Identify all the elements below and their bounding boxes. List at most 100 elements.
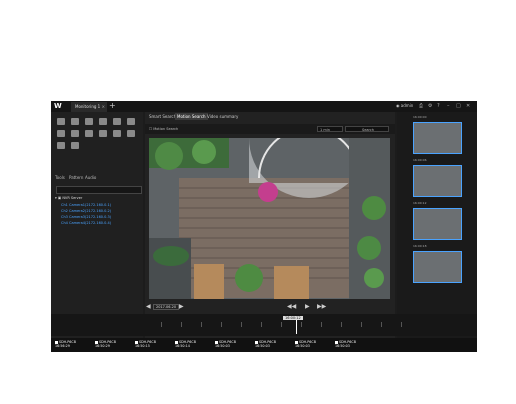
timeline-tick	[361, 322, 362, 327]
prev-date-button[interactable]: ◀	[146, 303, 151, 310]
playback-bar: ◀ 2017.06.20 ▶ ◀◀ ▶ ▶▶	[145, 302, 395, 312]
settings-icon[interactable]: ⚙	[428, 102, 432, 111]
interval-select[interactable]: 1 min	[317, 126, 343, 132]
camera-entry[interactable]: SDH-P6CB 16:50:15	[135, 340, 156, 348]
timeline-tick	[201, 322, 202, 327]
contrast-icon[interactable]	[113, 130, 121, 137]
timeline-tick	[161, 322, 162, 327]
aspect-icon[interactable]	[85, 130, 93, 137]
tab-motion-search[interactable]: Motion Search	[175, 113, 208, 120]
thumbnail-panel: 16:00:00 16:00:06 16:00:12 16:00:18	[397, 112, 477, 340]
zoom-out-icon[interactable]	[71, 130, 79, 137]
thumbnail[interactable]	[413, 165, 462, 197]
device-search-input[interactable]	[56, 186, 142, 194]
timeline-tick	[281, 322, 282, 327]
timeline-tick	[301, 322, 302, 327]
video-viewport[interactable]	[149, 138, 390, 299]
camera-time: 16:50:14	[175, 344, 190, 348]
app-logo: W	[54, 102, 62, 110]
thumbnail-label: 16:00:18	[413, 244, 427, 248]
export-icon[interactable]	[99, 118, 107, 125]
tab-label: Monitoring 1	[75, 104, 101, 109]
camera-entry[interactable]: SDH-P6CB 16:56:29	[55, 340, 76, 348]
thumbnail-label: 16:00:12	[413, 201, 427, 205]
timeline-tick	[321, 322, 322, 327]
camera-time: 16:50:29	[95, 344, 110, 348]
application-window: W Monitoring 1 × + ◉ admin ⎙ ⚙ ? – □ ✕ T…	[51, 101, 477, 352]
tree-root-nvr-server[interactable]: ▾ ▣ NVR Server	[55, 196, 82, 200]
play-button[interactable]: ▶	[305, 303, 310, 310]
bookmark-icon[interactable]	[57, 142, 65, 149]
camera-entry[interactable]: SDH-P6CB 16:50:03	[215, 340, 236, 348]
add-tab-button[interactable]: +	[109, 101, 116, 111]
tab-monitoring[interactable]: Monitoring 1 ×	[71, 102, 107, 112]
tab-close-icon[interactable]: ×	[102, 102, 105, 112]
thumbnail-label: 16:00:00	[413, 115, 427, 119]
search-toolbar: ☐ Motion Search 1 min Search	[145, 124, 395, 134]
tree-item-label: Ch2 Camera2(2172.160.0.2)	[61, 209, 112, 213]
tree-item-label: Ch4 Camera4(2172.160.0.4)	[61, 221, 112, 225]
camera-entry[interactable]: SDH-P6CB 16:50:29	[95, 340, 116, 348]
image-icon[interactable]	[113, 118, 121, 125]
interval-value: 1 min	[320, 128, 330, 132]
thumbnail[interactable]	[413, 122, 462, 154]
camera-time: 16:50:03	[215, 344, 230, 348]
thumbnail[interactable]	[413, 208, 462, 240]
next-date-button[interactable]: ▶	[179, 303, 184, 310]
camera-time: 16:50:03	[295, 344, 310, 348]
tree-item-label: Ch3 Camera3(2172.160.0.3)	[61, 215, 112, 219]
timeline[interactable]: 16:00:12	[51, 314, 477, 336]
print-icon[interactable]	[85, 118, 93, 125]
courtyard-video-frame	[149, 138, 390, 299]
tree-root-label: NVR Server	[62, 196, 83, 200]
brightness-icon[interactable]	[99, 130, 107, 137]
tab-audio[interactable]: Audio	[85, 175, 96, 180]
search-button[interactable]: Search	[345, 126, 389, 132]
zoom-in-icon[interactable]	[57, 130, 65, 137]
camera-entry[interactable]: SDH-P6CB 16:50:03	[255, 340, 276, 348]
fast-forward-button[interactable]: ▶▶	[317, 303, 326, 310]
help-icon[interactable]: ?	[437, 102, 440, 111]
tree-item-camera-1[interactable]: Ch1 Camera1(2172.160.0.1)	[61, 203, 111, 207]
tree-item-camera-2[interactable]: Ch2 Camera2(2172.160.0.2)	[61, 209, 111, 213]
timeline-tick	[381, 322, 382, 327]
motion-search-label[interactable]: ☐ Motion Search	[149, 127, 178, 131]
timeline-tick	[221, 322, 222, 327]
rewind-button[interactable]: ◀◀	[287, 303, 296, 310]
tab-video-summary[interactable]: Video summary	[205, 113, 240, 120]
left-panel: Tools Pattern Audio ▾ ▣ NVR Server Ch1 C…	[51, 112, 143, 346]
date-picker[interactable]: 2017.06.20	[153, 304, 180, 310]
camera-icon[interactable]	[71, 118, 79, 125]
fisheye-icon[interactable]	[71, 142, 79, 149]
user-menu[interactable]: ◉ admin	[396, 103, 413, 108]
close-button[interactable]: ✕	[466, 102, 470, 111]
window-icon[interactable]	[127, 118, 135, 125]
camera-strip: SDH-P6CB 16:56:29 SDH-P6CB 16:50:29 SDH-P6…	[51, 338, 477, 352]
timeline-tick	[181, 322, 182, 327]
tab-smart-search[interactable]: Smart Search	[147, 113, 178, 120]
camera-entry[interactable]: SDH-P6CB 16:50:14	[175, 340, 196, 348]
camera-time: 16:50:15	[135, 344, 150, 348]
viewer-panel: Smart Search Motion Search Video summary…	[145, 112, 395, 340]
tab-pattern[interactable]: Pattern	[69, 175, 83, 180]
camera-entry[interactable]: SDH-P6CB 16:50:03	[335, 340, 356, 348]
grid-icon[interactable]	[127, 130, 135, 137]
print-icon[interactable]: ⎙	[419, 102, 423, 111]
maximize-button[interactable]: □	[456, 102, 461, 111]
camera-entry[interactable]: SDH-P6CB 16:50:03	[295, 340, 316, 348]
tree-item-label: Ch1 Camera1(2172.160.0.1)	[61, 203, 112, 207]
user-icon: ◉	[396, 103, 400, 108]
timeline-tick	[241, 322, 242, 327]
tree-item-camera-3[interactable]: Ch3 Camera3(2172.160.0.3)	[61, 215, 111, 219]
tree-item-camera-4[interactable]: Ch4 Camera4(2172.160.0.4)	[61, 221, 111, 225]
motion-search-text: Motion Search	[153, 127, 179, 131]
minimize-button[interactable]: –	[447, 102, 450, 111]
thumbnail[interactable]	[413, 251, 462, 283]
search-button-label: Search	[361, 128, 375, 132]
timeline-cursor-time: 16:00:12	[283, 316, 303, 320]
user-name: admin	[400, 103, 414, 108]
server-icon: ▾ ▣	[55, 196, 62, 200]
camera-time: 16:50:03	[255, 344, 270, 348]
layout-icon[interactable]	[57, 118, 65, 125]
tab-tools[interactable]: Tools	[55, 175, 65, 180]
